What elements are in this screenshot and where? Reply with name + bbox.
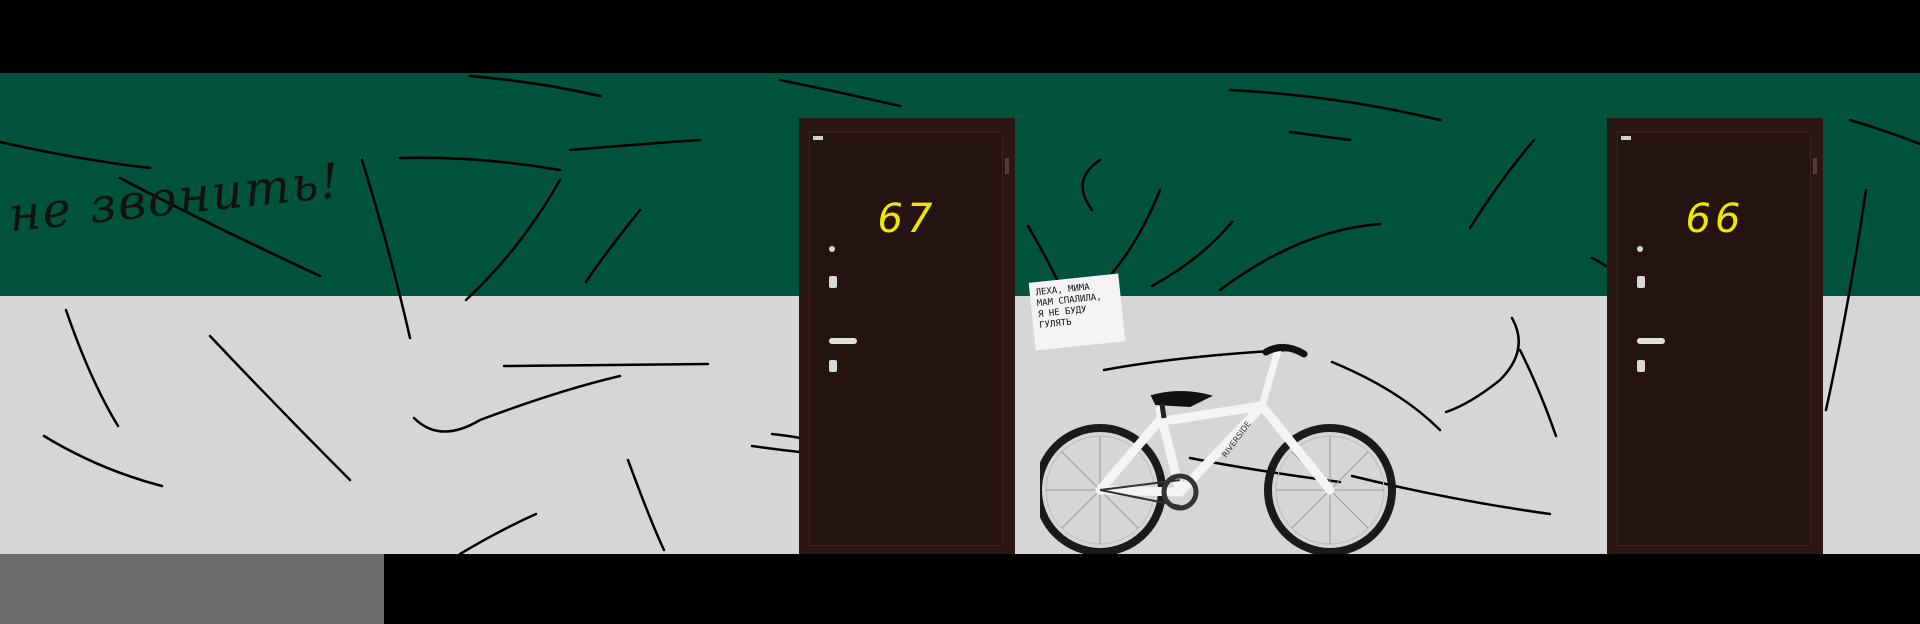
scribble-line — [1824, 188, 1868, 412]
door-number: 67 — [877, 196, 937, 242]
upper-lock-icon — [829, 276, 837, 288]
peephole-icon — [1637, 246, 1643, 252]
scribble-line — [1590, 256, 1608, 268]
scribble-line — [458, 512, 538, 556]
scribble-line — [64, 308, 120, 428]
scribble-line — [0, 140, 152, 170]
bicycle-icon: RIVERSIDE — [1040, 344, 1396, 554]
scribble-line — [778, 78, 902, 108]
scribble-line — [1026, 224, 1062, 288]
apartment-door-66[interactable]: 66 — [1607, 118, 1823, 554]
scribble-line — [626, 458, 666, 552]
door-handle[interactable] — [829, 338, 857, 344]
scribble-line — [584, 208, 642, 284]
scribble-line — [1218, 222, 1382, 292]
apartment-door-67[interactable]: 67 — [799, 118, 1015, 554]
scribble-line — [468, 74, 602, 98]
handlebar — [1262, 344, 1308, 358]
scribble-line — [360, 158, 412, 340]
scribble-line — [1848, 118, 1920, 146]
scribble-line — [770, 432, 802, 440]
door-hinge — [1005, 158, 1009, 174]
scribble-line — [42, 434, 164, 488]
scribble-line — [1228, 88, 1442, 122]
scribble-line — [464, 178, 562, 302]
lower-lock-icon — [829, 360, 837, 372]
scribble-line — [412, 374, 622, 433]
scribble-line — [502, 362, 710, 368]
door-badge — [813, 136, 823, 140]
scribble-line — [1444, 316, 1520, 414]
peephole-icon — [829, 246, 835, 252]
upper-lock-icon — [1637, 276, 1645, 288]
door-badge — [1621, 136, 1631, 140]
scribble-line — [1108, 188, 1162, 278]
door-hinge — [1813, 158, 1817, 174]
note-text: ЛЕХА, МИМА МАМ СПАЛИЛА, Я НЕ БУДУ ГУЛЯТЬ — [1035, 282, 1103, 331]
scribble-line — [750, 444, 802, 454]
scribble-line — [208, 334, 352, 482]
door-handle[interactable] — [1637, 338, 1665, 344]
scribble-line — [568, 138, 702, 152]
paper-note: ЛЕХА, МИМА МАМ СПАЛИЛА, Я НЕ БУДУ ГУЛЯТЬ — [1028, 273, 1126, 351]
seat — [1150, 391, 1213, 408]
scribble-line — [1081, 158, 1102, 212]
scribble-line — [398, 156, 562, 172]
scribble-line — [1468, 138, 1536, 230]
scribble-line — [1288, 130, 1352, 142]
door-number: 66 — [1685, 196, 1745, 242]
lower-lock-icon — [1637, 360, 1645, 372]
scribble-line — [1518, 348, 1558, 438]
hallway-scene: не звонить! 67 ЛЕХА, МИМА МАМ СПАЛИЛА, Я… — [0, 0, 1920, 624]
scribble-line — [1150, 220, 1234, 288]
